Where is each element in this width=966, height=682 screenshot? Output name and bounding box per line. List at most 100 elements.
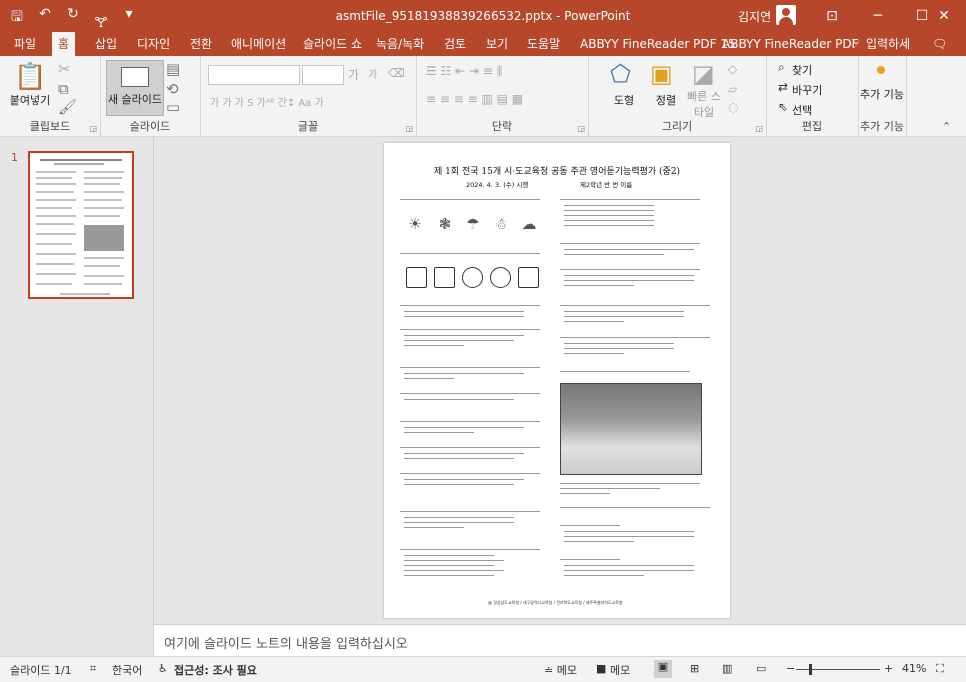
comments-icon[interactable]: 🗨	[926, 32, 953, 56]
group-editing: ⌕ 찾기 ⇄ 바꾸기 ⇖ 선택 편집	[766, 56, 859, 136]
tab-view[interactable]: 보기	[480, 32, 514, 56]
group-font: 가 가 ⌫ 가 가 가 S 가ᴬᴮ 간↕ Aa 가 글꼴 ◲	[200, 56, 417, 136]
shapes-button[interactable]: 도형	[604, 92, 644, 108]
paste-button[interactable]: 붙여넣기	[2, 92, 58, 108]
ribbon-display-options-button[interactable]: ⊡	[810, 0, 854, 32]
font-style-buttons[interactable]: 가 가 가 S 가ᴬᴮ 간↕ Aa 가	[210, 94, 324, 109]
tab-insert[interactable]: 삽입	[89, 32, 123, 56]
new-slide-button[interactable]: 새 슬라이드	[106, 60, 164, 116]
collapse-ribbon-icon[interactable]: ⌃	[942, 120, 951, 133]
slide-date[interactable]: 2024. 4. 3. (수) 시행	[466, 179, 528, 189]
format-painter-icon[interactable]: 🖌	[58, 98, 77, 116]
slide-grade-line[interactable]: 제2학년 반 번 이름	[580, 179, 632, 189]
paste-icon[interactable]: 📋	[14, 62, 46, 92]
zoom-slider-thumb[interactable]	[809, 664, 813, 675]
slide-sorter-icon[interactable]: ⊞	[690, 662, 699, 675]
tab-design[interactable]: 디자인	[131, 32, 176, 56]
redo-icon[interactable]: ↻	[64, 6, 82, 35]
font-size-combobox[interactable]	[302, 65, 344, 85]
fit-slide-icon[interactable]: ⛶	[936, 662, 944, 676]
tab-recording[interactable]: 녹음/녹화	[370, 32, 430, 56]
tab-home[interactable]: 홈	[52, 32, 76, 56]
zoom-slider[interactable]	[796, 664, 880, 675]
minimize-button[interactable]: ─	[856, 0, 900, 32]
clipboard-label: 클립보드	[29, 120, 71, 133]
slide-editing-area[interactable]: 제 1회 전국 15개 시·도교육청 공동 주관 영어듣기능력평가 (중2) 2…	[154, 137, 966, 623]
replace-icon[interactable]: ⇄	[778, 80, 788, 94]
slide-thumbnail-pane: 1	[0, 137, 154, 655]
shapes-icon[interactable]: ⬠	[610, 60, 631, 88]
list-buttons-icon[interactable]: ☰ ☷ ⇤ ⇥ ≡ ⫼	[426, 64, 502, 79]
present-from-start-icon[interactable]: 🝖	[92, 6, 110, 35]
shrink-font-button[interactable]: 가	[368, 66, 377, 81]
search-tell-me[interactable]: 입력하세	[860, 32, 916, 56]
notes-button[interactable]: ≐ 메모	[544, 662, 577, 678]
shape-fill-icon[interactable]: ◇	[728, 62, 737, 76]
slide-footer[interactable]: @ 경상남도교육청 / 대구광역시교육청 / 전라북도교육청 / 제주특별자치도…	[488, 600, 623, 606]
zoom-level[interactable]: 41%	[902, 662, 926, 675]
quick-access-toolbar: 🖫 ↶ ↻ 🝖 ▾	[8, 6, 138, 35]
reading-view-icon[interactable]: ▥	[722, 662, 732, 675]
clipboard-dialog-launcher-icon[interactable]: ◲	[89, 124, 97, 133]
arrange-button[interactable]: 정렬	[646, 92, 686, 108]
cut-icon[interactable]: ✂	[58, 60, 71, 78]
slide-thumbnail[interactable]	[28, 151, 134, 299]
tab-animations[interactable]: 애니메이션	[225, 32, 292, 56]
tab-slideshow[interactable]: 슬라이드 쇼	[297, 32, 368, 56]
slide[interactable]: 제 1회 전국 15개 시·도교육청 공동 주관 영어듣기능력평가 (중2) 2…	[384, 143, 730, 618]
reset-icon[interactable]: ⟲	[166, 80, 179, 98]
clear-formatting-icon[interactable]: ⌫	[388, 66, 405, 80]
grow-font-button[interactable]: 가	[348, 66, 359, 83]
addins-icon[interactable]	[877, 66, 885, 74]
zoom-in-button[interactable]: +	[884, 662, 893, 675]
save-icon[interactable]: 🖫	[8, 6, 26, 35]
ribbon-tabs: 파일 홈 삽입 디자인 전환 애니메이션 슬라이드 쇼 녹음/녹화 검토 보기 …	[0, 32, 966, 56]
align-buttons-icon[interactable]: ≡ ≡ ≡ ≡ ▥ ▤ ▦	[426, 92, 523, 106]
shape-outline-icon[interactable]: ▱	[728, 82, 737, 96]
layout-icon[interactable]: ▤	[166, 60, 180, 78]
notes-pane[interactable]: 여기에 슬라이드 노트의 내용을 입력하십시오	[154, 624, 966, 657]
arrange-icon[interactable]: ▣	[650, 60, 673, 88]
addins-button[interactable]: 추가 기능	[858, 86, 906, 102]
group-addins: 추가 기능 추가 기능	[858, 56, 907, 136]
slideshow-view-icon[interactable]: ▭	[756, 662, 766, 675]
normal-view-icon[interactable]: ▣	[654, 660, 672, 678]
undo-icon[interactable]: ↶	[36, 6, 54, 35]
shape-effects-icon[interactable]: ◌	[728, 100, 738, 114]
font-dialog-launcher-icon[interactable]: ◲	[405, 124, 413, 133]
zoom-out-button[interactable]: −	[786, 662, 795, 675]
tab-transitions[interactable]: 전환	[184, 32, 218, 56]
drawing-dialog-launcher-icon[interactable]: ◲	[755, 124, 763, 133]
user-name[interactable]: 김지연	[738, 8, 771, 25]
snowman-icon: ☃	[494, 215, 508, 233]
find-button[interactable]: 찾기	[792, 62, 812, 78]
avatar[interactable]	[776, 5, 796, 25]
new-slide-label: 새 슬라이드	[107, 93, 163, 106]
comment-icon[interactable]: ■	[596, 662, 606, 675]
thumbnail-number: 1	[11, 151, 18, 164]
paragraph-dialog-launcher-icon[interactable]: ◲	[577, 124, 585, 133]
spelling-icon[interactable]: ⌗	[90, 662, 96, 676]
section-icon[interactable]: ▭	[166, 98, 180, 116]
language[interactable]: 한국어	[112, 662, 142, 678]
tab-file[interactable]: 파일	[8, 32, 42, 56]
quick-styles-icon[interactable]: ◪	[692, 60, 715, 88]
tab-review[interactable]: 검토	[438, 32, 472, 56]
select-button[interactable]: 선택	[792, 102, 812, 118]
close-button[interactable]: ✕	[922, 0, 966, 32]
find-icon[interactable]: ⌕	[778, 60, 785, 75]
cloud-icon: ☁	[521, 215, 537, 233]
replace-button[interactable]: 바꾸기	[792, 82, 822, 98]
notes-placeholder[interactable]: 여기에 슬라이드 노트의 내용을 입력하십시오	[164, 633, 408, 652]
font-name-combobox[interactable]	[208, 65, 300, 85]
accessibility-icon[interactable]: ♿	[158, 662, 168, 675]
select-icon[interactable]: ⇖	[778, 100, 788, 114]
clock-icon	[406, 267, 427, 288]
customize-qat-icon[interactable]: ▾	[120, 6, 138, 35]
comments-button[interactable]: 메모	[610, 662, 630, 678]
accessibility-status[interactable]: 접근성: 조사 필요	[174, 662, 257, 678]
tab-help[interactable]: 도움말	[521, 32, 566, 56]
slide-title[interactable]: 제 1회 전국 15개 시·도교육청 공동 주관 영어듣기능력평가 (중2)	[384, 164, 730, 177]
quick-styles-button[interactable]: 빠른 스타일	[684, 88, 724, 120]
copy-icon[interactable]: ⧉	[58, 80, 69, 98]
